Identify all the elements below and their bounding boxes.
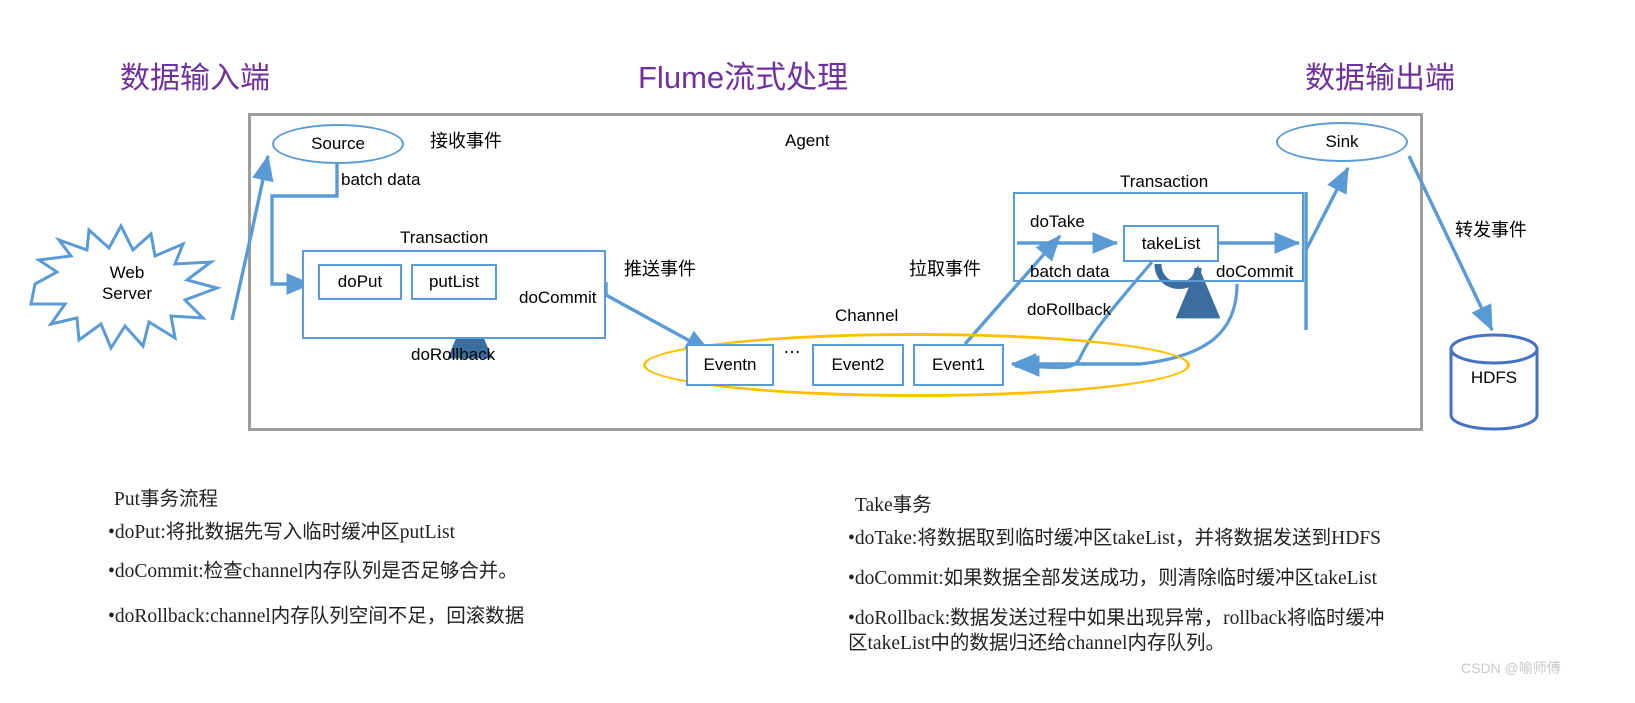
put-list-label: putList: [428, 272, 480, 291]
event-n-box[interactable]: Eventn: [686, 344, 774, 386]
event-2-label: Event2: [831, 355, 885, 374]
sink-node[interactable]: Sink: [1276, 122, 1408, 162]
page-title-center: Flume流式处理: [638, 60, 849, 95]
note-right-item-2: •doRollback:数据发送过程中如果出现异常，rollback将临时缓冲: [848, 608, 1385, 629]
hdfs-label: HDFS: [1470, 368, 1518, 387]
channel-label: Channel: [835, 306, 899, 325]
event-2-box[interactable]: Event2: [812, 344, 904, 386]
source-label: Source: [311, 134, 365, 153]
note-left-item-0: •doPut:将批数据先写入临时缓冲区putList: [108, 522, 456, 543]
page-title-input-side: 数据输入端: [120, 62, 270, 95]
batch-data-right-label: batch data: [1030, 262, 1110, 281]
receive-event-label: 接收事件: [430, 131, 502, 151]
do-commit-right-label: doCommit: [1216, 262, 1294, 281]
web-server-label: Web Server: [92, 262, 162, 305]
agent-label: Agent: [785, 131, 830, 150]
note-right-title: Take事务: [855, 495, 932, 516]
push-event-label: 推送事件: [624, 259, 696, 279]
transaction-left-label: Transaction: [400, 228, 489, 247]
do-rollback-right-label: doRollback: [1027, 300, 1112, 319]
pull-event-label: 拉取事件: [909, 259, 981, 279]
event-1-box[interactable]: Event1: [913, 344, 1004, 386]
page-title-output-side: 数据输出端: [1305, 62, 1455, 95]
do-rollback-left-label: doRollback: [411, 345, 496, 364]
batch-data-left-label: batch data: [341, 170, 421, 189]
note-left-item-2: •doRollback:channel内存队列空间不足，回滚数据: [108, 606, 525, 627]
note-left-title: Put事务流程: [114, 489, 219, 510]
note-right-item-1: •doCommit:如果数据全部发送成功，则清除临时缓冲区takeList: [848, 568, 1377, 589]
watermark: CSDN @喻师傅: [1461, 660, 1561, 676]
do-commit-left-label: doCommit: [519, 288, 597, 307]
web-server-label-line1: Web: [109, 263, 145, 282]
put-list-box[interactable]: putList: [411, 264, 497, 300]
web-server-label-line2: Server: [101, 284, 153, 304]
do-take-label: doTake: [1030, 212, 1085, 231]
note-left-item-1: •doCommit:检查channel内存队列是否足够合并。: [108, 561, 518, 582]
event-ellipsis: …: [783, 337, 802, 357]
take-list-box[interactable]: takeList: [1123, 225, 1219, 262]
do-put-label: doPut: [337, 272, 383, 291]
event-1-label: Event1: [932, 355, 985, 374]
note-right-item-0: •doTake:将数据取到临时缓冲区takeList，并将数据发送到HDFS: [848, 528, 1382, 549]
source-node[interactable]: Source: [272, 124, 404, 164]
take-list-label: takeList: [1141, 233, 1201, 253]
transaction-right-label: Transaction: [1120, 172, 1209, 191]
note-right-item-3: 区takeList中的数据归还给channel内存队列。: [848, 633, 1225, 654]
forward-event-label: 转发事件: [1455, 220, 1527, 240]
diagram-canvas: 数据输入端 Flume流式处理 数据输出端 Agent Web Server S…: [0, 0, 1635, 703]
sink-label: Sink: [1325, 132, 1359, 151]
do-put-box[interactable]: doPut: [318, 264, 402, 300]
event-n-label: Eventn: [703, 355, 757, 374]
